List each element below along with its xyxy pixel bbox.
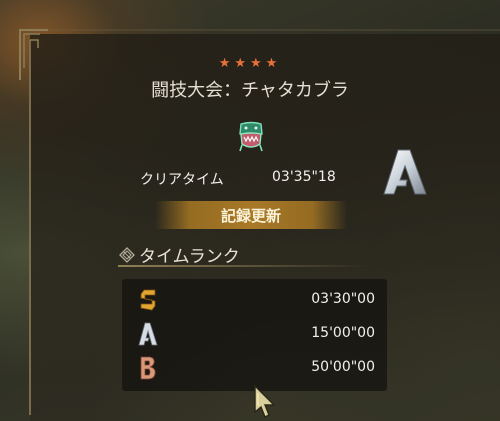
- section-divider: [118, 265, 368, 267]
- quest-title: 闘技大会：チャタカブラ: [151, 80, 349, 101]
- rank-s-time: 03'30"00: [311, 291, 375, 307]
- results-screen: ★★★★ 闘技大会：チャタカブラ クリアタイム 03'35"18 記録更新 タイ…: [0, 0, 500, 421]
- rank-row-a: 15'00"00: [122, 319, 387, 349]
- difficulty-stars: ★★★★: [218, 56, 282, 71]
- clear-rank-badge: [383, 149, 427, 195]
- new-record-label: 記録更新: [220, 207, 281, 225]
- rank-row-b: 50'00"00: [122, 353, 387, 383]
- rank-a-time: 15'00"00: [311, 325, 375, 341]
- rank-b-time: 50'00"00: [311, 359, 375, 375]
- time-rank-list: 03'30"00 15'00"00 50'00"00: [122, 279, 387, 391]
- pointer-cursor-icon: [254, 384, 276, 418]
- clear-time-label: クリアタイム: [140, 172, 224, 188]
- time-rank-title: タイムランク: [139, 247, 240, 267]
- rank-a-icon: [138, 322, 158, 346]
- chatacabra-icon: [239, 121, 263, 152]
- rank-row-s: 03'30"00: [122, 285, 387, 315]
- rank-b-icon: [140, 356, 156, 380]
- clear-time-value: 03'35"18: [272, 169, 336, 185]
- rank-s-icon: [140, 289, 156, 311]
- time-rank-icon: [119, 247, 135, 263]
